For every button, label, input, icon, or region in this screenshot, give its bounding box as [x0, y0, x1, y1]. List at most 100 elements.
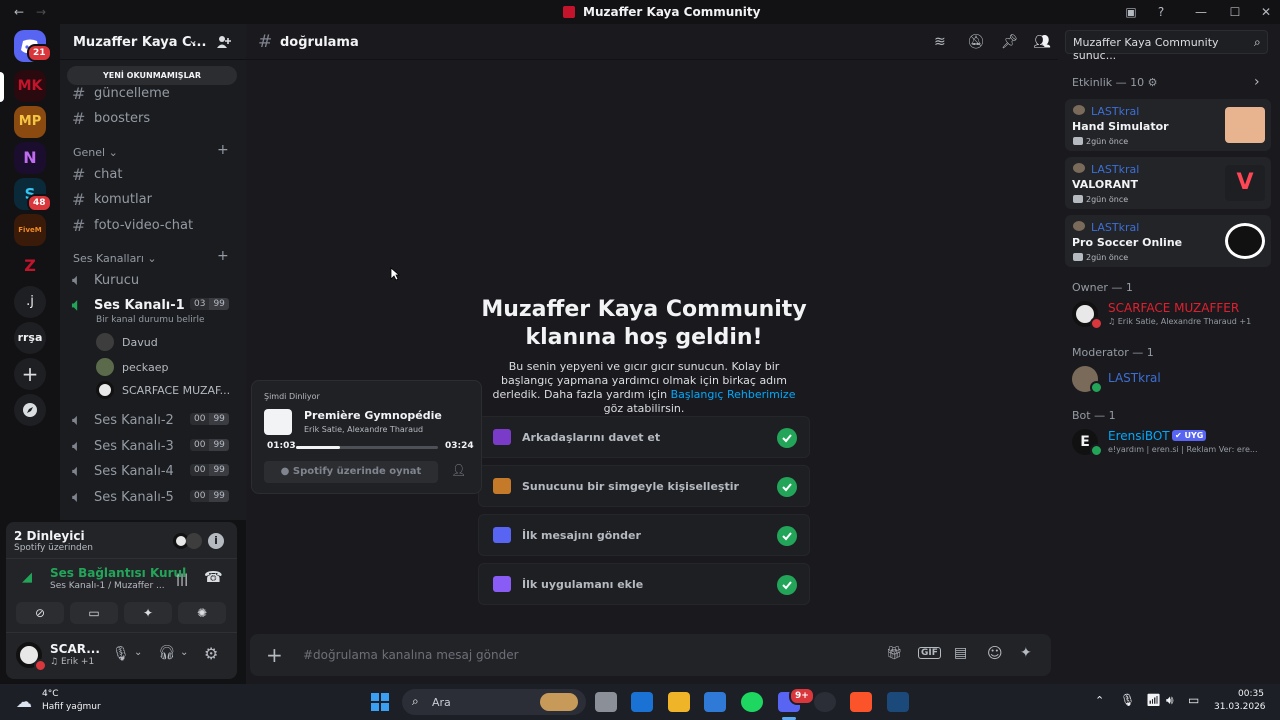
store-icon[interactable]: [704, 692, 726, 712]
weather-desc[interactable]: Hafif yağmur: [42, 702, 101, 712]
owner-name[interactable]: SCARFACE MUZAFFER: [1108, 301, 1239, 315]
voice-location[interactable]: Ses Kanalı-1 / Muzaffer ...: [50, 581, 165, 591]
channel-chat[interactable]: # chat: [72, 163, 238, 185]
category-voice[interactable]: Ses Kanalları ⌄: [73, 252, 157, 265]
server-icon-mk[interactable]: MK: [14, 70, 46, 102]
clock-date[interactable]: 31.03.2026: [1214, 702, 1266, 712]
inbox-icon[interactable]: ▣: [1122, 4, 1140, 20]
threads-icon[interactable]: ≋: [934, 34, 952, 50]
moderator-name[interactable]: LASTkral: [1108, 371, 1161, 385]
maximize-icon[interactable]: ☐: [1226, 4, 1244, 20]
camera-off-icon[interactable]: ⊘: [16, 602, 64, 624]
server-icon-z[interactable]: Z: [14, 250, 46, 282]
soundboard-icon[interactable]: ✺: [178, 602, 226, 624]
disconnect-icon[interactable]: ☎: [204, 568, 223, 586]
microphone-icon[interactable]: 🎙︎: [112, 646, 130, 662]
starter-guide-link[interactable]: Başlangıç Rehberimize: [671, 388, 796, 401]
voice-member[interactable]: SCARFACE MUZAF...: [96, 381, 230, 399]
brave-icon[interactable]: [850, 692, 872, 712]
sticker-icon[interactable]: ▤: [954, 645, 967, 661]
back-arrow-icon[interactable]: ←: [10, 4, 28, 20]
voice-member[interactable]: peckaep: [96, 358, 168, 376]
add-channel-icon[interactable]: +: [217, 142, 229, 158]
taskbar-search[interactable]: ⌕ Ara: [402, 689, 586, 715]
noise-suppression-icon[interactable]: |||: [176, 572, 188, 586]
progress-track[interactable]: [296, 446, 438, 449]
invite-people-icon[interactable]: [216, 34, 232, 50]
member-list-icon[interactable]: 👥︎: [1033, 34, 1051, 50]
chevron-down-icon[interactable]: ⌄: [180, 647, 188, 658]
search-input[interactable]: Muzaffer Kaya Community sunuc...: [1065, 30, 1268, 62]
server-icon-j[interactable]: .j: [14, 286, 46, 318]
server-icon-rrsa[interactable]: rrşa: [14, 322, 46, 354]
voice-member[interactable]: Davud: [96, 333, 158, 351]
message-input[interactable]: #doğrulama kanalına mesaj gönder: [303, 648, 519, 662]
search-icon[interactable]: ⌕: [1254, 35, 1261, 50]
spotify-icon[interactable]: [741, 692, 763, 712]
channel-foto-video-chat[interactable]: # foto-video-chat: [72, 214, 238, 236]
weather-cloud-icon[interactable]: ☁: [16, 692, 32, 711]
notification-bell-off-icon[interactable]: 🔕︎: [967, 34, 985, 50]
add-server-icon[interactable]: +: [14, 358, 46, 390]
channel-boosters[interactable]: # boosters: [72, 107, 238, 129]
voice-connected-label[interactable]: Ses Bağlantısı Kurul: [50, 566, 186, 580]
screen-share-icon[interactable]: ▭: [70, 602, 118, 624]
channel-status[interactable]: Bir kanal durumu belirle: [96, 315, 205, 325]
task-invite-friends[interactable]: Arkadaşlarını davet et: [478, 416, 810, 458]
avatar[interactable]: [186, 533, 202, 549]
pin-icon[interactable]: 📌︎: [1001, 34, 1019, 50]
minimize-icon[interactable]: —: [1192, 4, 1210, 20]
steam-icon[interactable]: [887, 692, 909, 712]
apps-icon[interactable]: ✦: [1020, 645, 1032, 661]
activity-card[interactable]: LASTkral Pro Soccer Online 2gün önce: [1065, 215, 1271, 267]
voice-channel-kurucu[interactable]: 🔈︎ Kurucu: [72, 269, 238, 291]
info-icon[interactable]: i: [208, 533, 224, 549]
add-channel-icon[interactable]: +: [217, 248, 229, 264]
task-add-app[interactable]: İlk uygulamanı ekle: [478, 563, 810, 605]
help-icon[interactable]: ?: [1152, 4, 1170, 20]
play-on-spotify-button[interactable]: ● Spotify üzerinde oynat: [264, 461, 438, 483]
gift-icon[interactable]: 🎁︎: [886, 646, 903, 661]
task-customize-server[interactable]: Sunucunu bir simgeyle kişiselleştir: [478, 465, 810, 507]
outlook-icon[interactable]: [631, 692, 653, 712]
volume-icon[interactable]: 🔊︎: [1166, 693, 1174, 708]
gif-icon[interactable]: GIF: [918, 647, 941, 659]
activity-header[interactable]: Etkinlik — 10 ⚙︎: [1072, 76, 1158, 89]
windows-start-icon[interactable]: [371, 693, 389, 711]
headphones-icon[interactable]: 🎧︎: [158, 645, 176, 661]
task-first-message[interactable]: İlk mesajını gönder: [478, 514, 810, 556]
activity-card[interactable]: LASTkral VALORANT 2gün önce V: [1065, 157, 1271, 209]
server-icon-fivem[interactable]: FiveM Base: [14, 214, 46, 246]
microphone-icon[interactable]: 🎙︎: [1120, 693, 1135, 707]
wifi-icon[interactable]: 📶︎: [1146, 693, 1161, 707]
server-icon-mp[interactable]: MP: [14, 106, 46, 138]
forward-arrow-icon[interactable]: →: [32, 4, 50, 20]
track-artist[interactable]: Erik Satie, Alexandre Tharaud: [304, 425, 423, 434]
tray-chevron-up-icon[interactable]: ⌃: [1095, 694, 1104, 707]
clock-time[interactable]: 00:35: [1238, 689, 1264, 699]
listen-along-icon[interactable]: 👤︎: [451, 463, 466, 477]
discover-icon[interactable]: [14, 394, 46, 426]
close-icon[interactable]: ✕: [1257, 4, 1275, 20]
obs-icon[interactable]: [814, 692, 836, 712]
gear-icon[interactable]: ⚙︎: [204, 644, 218, 663]
channel-guncelleme[interactable]: # güncelleme: [72, 82, 238, 104]
weather-temp[interactable]: 4°C: [42, 689, 59, 699]
album-art[interactable]: [264, 409, 292, 435]
server-icon-n[interactable]: N: [14, 142, 46, 174]
battery-icon[interactable]: ▭: [1188, 693, 1199, 707]
file-explorer-icon[interactable]: [668, 692, 690, 712]
username[interactable]: SCAR...: [50, 642, 100, 656]
chevron-right-icon[interactable]: ›: [1254, 74, 1260, 90]
server-header[interactable]: Muzaffer Kaya C... ⌄: [60, 24, 246, 60]
chevron-down-icon[interactable]: ⌄: [134, 647, 142, 658]
new-unreads-pill[interactable]: YENİ OKUNMAMIŞLAR: [67, 66, 237, 85]
activities-icon[interactable]: ✦: [124, 602, 172, 624]
task-view-icon[interactable]: [595, 692, 617, 712]
emoji-icon[interactable]: ☺: [987, 644, 1003, 662]
channel-komutlar[interactable]: # komutlar: [72, 188, 238, 210]
category-general[interactable]: Genel ⌄: [73, 146, 118, 159]
bot-name[interactable]: ErensiBOT: [1108, 429, 1170, 443]
activity-card[interactable]: LASTkral Hand Simulator 2gün önce: [1065, 99, 1271, 151]
track-title[interactable]: Première Gymnopédie: [304, 409, 442, 422]
